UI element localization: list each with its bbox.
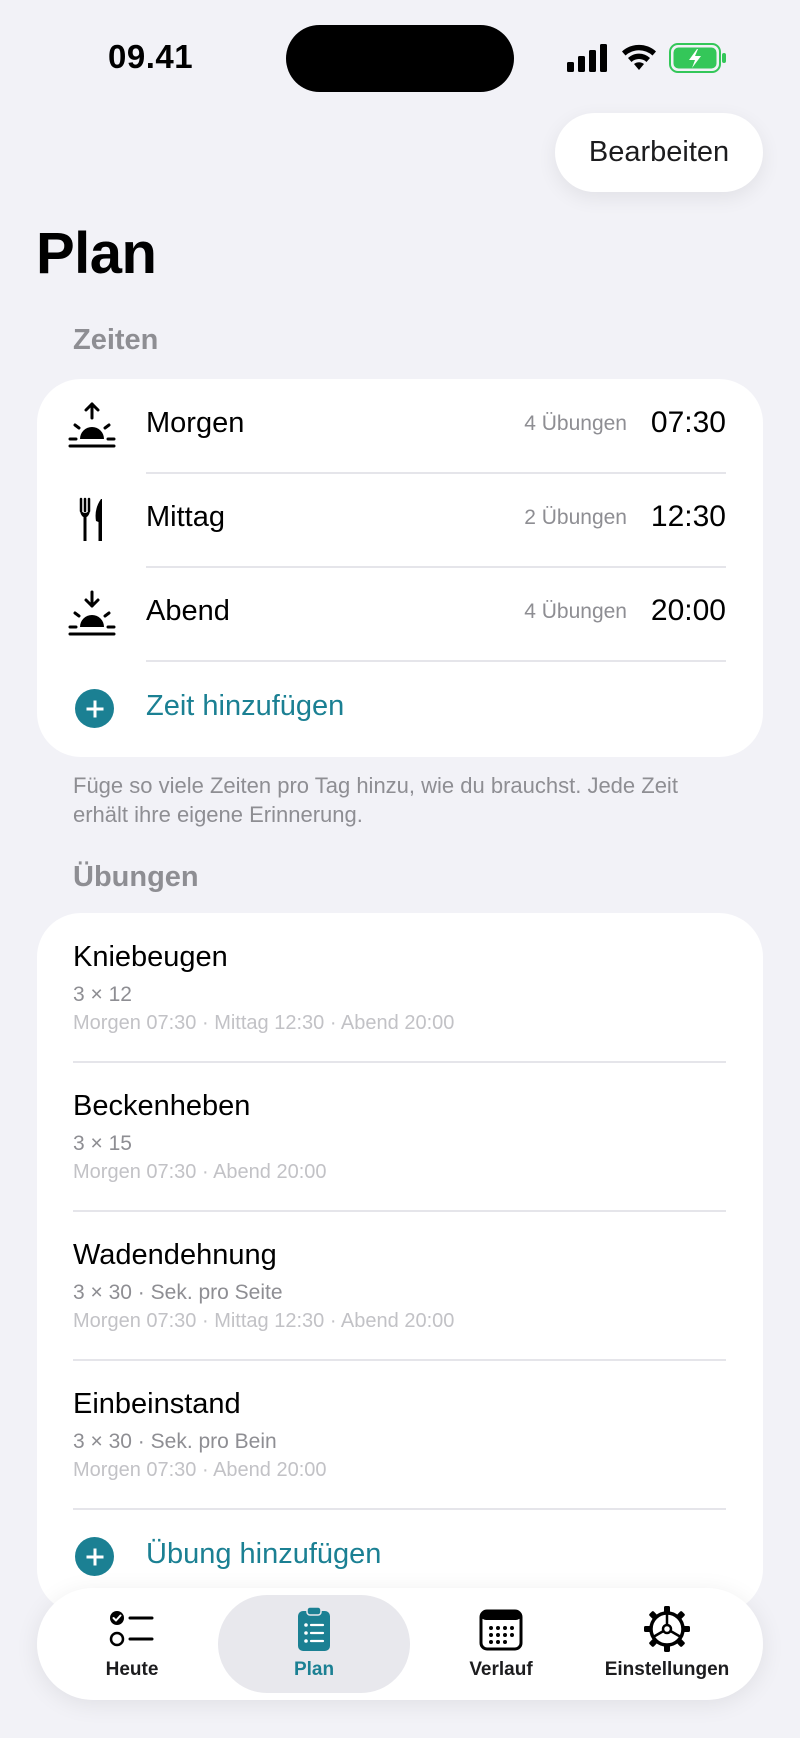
exercise-times: Morgen 07:30 · Abend 20:00 (73, 1459, 327, 1481)
plus-circle-icon (75, 689, 114, 728)
exercise-name: Beckenheben (73, 1090, 251, 1122)
exercise-count: 2 Übungen (524, 506, 627, 529)
exercise-row[interactable]: Wadendehnung 3 × 30 · Sek. pro Seite Mor… (37, 1211, 763, 1360)
exercise-times: Morgen 07:30 · Mittag 12:30 · Abend 20:0… (73, 1310, 455, 1332)
exercise-count: 4 Übungen (524, 412, 627, 435)
page-title: Plan (36, 221, 157, 286)
tab-label: Einstellungen (604, 1659, 730, 1680)
dynamic-island (286, 25, 514, 92)
section-header-exercises: Übungen (73, 861, 199, 893)
exercise-detail: 3 × 15 (73, 1132, 132, 1155)
times-footnote: Füge so viele Zeiten pro Tag hinzu, wie … (73, 773, 678, 827)
status-time: 09.41 (108, 38, 194, 75)
exercise-detail: 3 × 12 (73, 983, 132, 1006)
exercise-name: Einbeinstand (73, 1388, 241, 1420)
exercise-times: Morgen 07:30 · Mittag 12:30 · Abend 20:0… (73, 1012, 455, 1034)
checklist-icon (109, 1611, 154, 1647)
plus-circle-icon (75, 1537, 114, 1576)
calendar-icon (479, 1609, 523, 1651)
cellular-signal-icon (567, 44, 607, 72)
exercise-name: Kniebeugen (73, 941, 228, 973)
time-name: Abend (146, 595, 230, 627)
tab-label: Plan (293, 1659, 335, 1680)
fork-knife-icon (79, 497, 102, 541)
time-value: 20:00 (650, 594, 726, 627)
tab-label: Heute (105, 1659, 159, 1680)
exercise-times: Morgen 07:30 · Abend 20:00 (73, 1161, 327, 1183)
tab-label: Verlauf (469, 1659, 533, 1680)
times-card: Morgen 4 Übungen 07:30 Mittag 2 Übungen … (37, 379, 763, 757)
tab-plan[interactable]: Plan (218, 1588, 410, 1700)
tab-verlauf[interactable]: Verlauf (418, 1588, 584, 1700)
time-value: 12:30 (650, 500, 726, 533)
add-exercise-label: Übung hinzufügen (146, 1538, 382, 1570)
battery-charging-icon (669, 43, 726, 73)
wifi-icon (622, 44, 656, 70)
sunset-icon (68, 590, 116, 636)
time-value: 07:30 (650, 406, 726, 439)
tab-heute[interactable]: Heute (57, 1588, 207, 1700)
exercises-card: Kniebeugen 3 × 12 Morgen 07:30 · Mittag … (37, 913, 763, 1613)
gear-icon (644, 1606, 690, 1652)
tab-einstellungen[interactable]: Einstellungen (584, 1588, 750, 1700)
clipboard-list-icon (298, 1606, 330, 1651)
time-row-morning[interactable]: Morgen 4 Übungen 07:30 (37, 379, 763, 473)
time-name: Morgen (146, 407, 245, 439)
exercise-row[interactable]: Einbeinstand 3 × 30 · Sek. pro Bein Morg… (37, 1360, 763, 1509)
sunrise-icon (68, 402, 116, 448)
section-header-times: Zeiten (73, 324, 159, 356)
time-name: Mittag (146, 501, 225, 533)
add-time-label: Zeit hinzufügen (146, 690, 345, 722)
exercise-detail: 3 × 30 · Sek. pro Bein (73, 1430, 277, 1453)
time-row-noon[interactable]: Mittag 2 Übungen 12:30 (37, 473, 763, 567)
add-time-button[interactable]: Zeit hinzufügen (37, 662, 763, 756)
exercise-count: 4 Übungen (524, 600, 627, 623)
exercise-detail: 3 × 30 · Sek. pro Seite (73, 1281, 283, 1304)
exercise-name: Wadendehnung (73, 1239, 277, 1271)
edit-button[interactable]: Bearbeiten (555, 113, 763, 192)
exercise-row[interactable]: Beckenheben 3 × 15 Morgen 07:30 · Abend … (37, 1062, 763, 1211)
tab-bar: Heute Plan Verlauf Einstellungen (37, 1588, 763, 1700)
time-row-evening[interactable]: Abend 4 Übungen 20:00 (37, 567, 763, 661)
exercise-row[interactable]: Kniebeugen 3 × 12 Morgen 07:30 · Mittag … (37, 913, 763, 1062)
